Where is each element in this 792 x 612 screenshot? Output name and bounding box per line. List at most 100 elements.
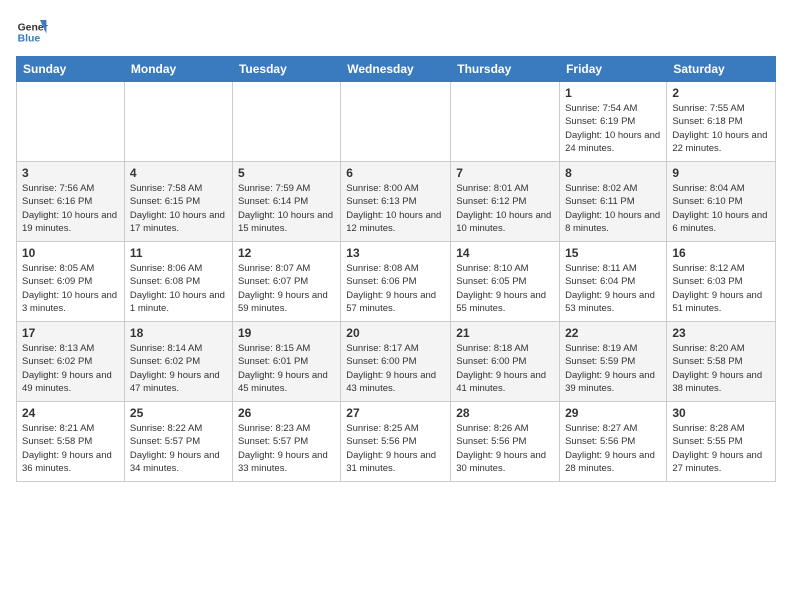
day-number: 3: [22, 166, 119, 180]
day-info: Sunrise: 8:12 AMSunset: 6:03 PMDaylight:…: [672, 262, 770, 315]
day-number: 27: [346, 406, 445, 420]
calendar-cell: 26Sunrise: 8:23 AMSunset: 5:57 PMDayligh…: [232, 402, 340, 482]
calendar-cell: 18Sunrise: 8:14 AMSunset: 6:02 PMDayligh…: [124, 322, 232, 402]
calendar-cell: [17, 82, 125, 162]
day-info: Sunrise: 8:20 AMSunset: 5:58 PMDaylight:…: [672, 342, 770, 395]
col-header-thursday: Thursday: [451, 57, 560, 82]
calendar-cell: [124, 82, 232, 162]
day-number: 28: [456, 406, 554, 420]
day-info: Sunrise: 7:55 AMSunset: 6:18 PMDaylight:…: [672, 102, 770, 155]
col-header-wednesday: Wednesday: [341, 57, 451, 82]
day-info: Sunrise: 8:27 AMSunset: 5:56 PMDaylight:…: [565, 422, 661, 475]
day-number: 17: [22, 326, 119, 340]
calendar-cell: 14 Sunrise: 8:10 AMSunset: 6:05 PMDayligh…: [451, 242, 560, 322]
day-info: Sunrise: 8:26 AMSunset: 5:56 PMDaylight:…: [456, 422, 554, 475]
calendar-cell: 12 Sunrise: 8:07 AMSunset: 6:07 PMDayligh…: [232, 242, 340, 322]
calendar-cell: 16 Sunrise: 8:12 AMSunset: 6:03 PMDayligh…: [667, 242, 776, 322]
day-info: Sunrise: 8:28 AMSunset: 5:55 PMDaylight:…: [672, 422, 770, 475]
day-number: 16: [672, 246, 770, 260]
calendar-week-row: 1 Sunrise: 7:54 AMSunset: 6:19 PMDaylight…: [17, 82, 776, 162]
day-number: 23: [672, 326, 770, 340]
calendar-cell: 11Sunrise: 8:06 AMSunset: 6:08 PMDayligh…: [124, 242, 232, 322]
calendar-cell: 4 Sunrise: 7:58 AMSunset: 6:15 PMDaylight…: [124, 162, 232, 242]
day-number: 29: [565, 406, 661, 420]
calendar-cell: 5 Sunrise: 7:59 AMSunset: 6:14 PMDaylight…: [232, 162, 340, 242]
calendar-cell: 20Sunrise: 8:17 AMSunset: 6:00 PMDayligh…: [341, 322, 451, 402]
calendar-cell: 27 Sunrise: 8:25 AMSunset: 5:56 PMDayligh…: [341, 402, 451, 482]
calendar-cell: 30 Sunrise: 8:28 AMSunset: 5:55 PMDayligh…: [667, 402, 776, 482]
calendar-cell: 9 Sunrise: 8:04 AMSunset: 6:10 PMDaylight…: [667, 162, 776, 242]
day-info: Sunrise: 8:15 AMSunset: 6:01 PMDaylight:…: [238, 342, 335, 395]
day-info: Sunrise: 8:05 AMSunset: 6:09 PMDaylight:…: [22, 262, 119, 315]
day-info: Sunrise: 8:08 AMSunset: 6:06 PMDaylight:…: [346, 262, 445, 315]
day-info: Sunrise: 8:13 AMSunset: 6:02 PMDaylight:…: [22, 342, 119, 395]
calendar-cell: 6 Sunrise: 8:00 AMSunset: 6:13 PMDaylight…: [341, 162, 451, 242]
day-info: Sunrise: 8:19 AMSunset: 5:59 PMDaylight:…: [565, 342, 661, 395]
day-info: Sunrise: 7:59 AMSunset: 6:14 PMDaylight:…: [238, 182, 335, 235]
day-info: Sunrise: 7:58 AMSunset: 6:15 PMDaylight:…: [130, 182, 227, 235]
col-header-friday: Friday: [560, 57, 667, 82]
day-number: 30: [672, 406, 770, 420]
calendar-cell: 19Sunrise: 8:15 AMSunset: 6:01 PMDayligh…: [232, 322, 340, 402]
col-header-saturday: Saturday: [667, 57, 776, 82]
day-number: 13: [346, 246, 445, 260]
calendar-week-row: 10 Sunrise: 8:05 AMSunset: 6:09 PMDayligh…: [17, 242, 776, 322]
svg-text:Blue: Blue: [18, 34, 41, 45]
calendar-cell: 28 Sunrise: 8:26 AMSunset: 5:56 PMDayligh…: [451, 402, 560, 482]
day-number: 26: [238, 406, 335, 420]
day-number: 7: [456, 166, 554, 180]
day-info: Sunrise: 8:00 AMSunset: 6:13 PMDaylight:…: [346, 182, 445, 235]
calendar-cell: 10 Sunrise: 8:05 AMSunset: 6:09 PMDayligh…: [17, 242, 125, 322]
day-info: Sunrise: 7:54 AMSunset: 6:19 PMDaylight:…: [565, 102, 661, 155]
page-header: General Blue: [16, 16, 776, 48]
day-number: 20: [346, 326, 445, 340]
day-number: 22: [565, 326, 661, 340]
day-info: Sunrise: 8:01 AMSunset: 6:12 PMDaylight:…: [456, 182, 554, 235]
day-number: 8: [565, 166, 661, 180]
calendar-cell: 23 Sunrise: 8:20 AMSunset: 5:58 PMDayligh…: [667, 322, 776, 402]
day-number: 9: [672, 166, 770, 180]
calendar-cell: 7 Sunrise: 8:01 AMSunset: 6:12 PMDaylight…: [451, 162, 560, 242]
calendar-week-row: 17 Sunrise: 8:13 AMSunset: 6:02 PMDayligh…: [17, 322, 776, 402]
calendar-cell: 15 Sunrise: 8:11 AMSunset: 6:04 PMDayligh…: [560, 242, 667, 322]
day-number: 21: [456, 326, 554, 340]
calendar-cell: 17 Sunrise: 8:13 AMSunset: 6:02 PMDayligh…: [17, 322, 125, 402]
calendar-cell: 3 Sunrise: 7:56 AMSunset: 6:16 PMDaylight…: [17, 162, 125, 242]
day-info: Sunrise: 8:21 AMSunset: 5:58 PMDaylight:…: [22, 422, 119, 475]
day-info: Sunrise: 8:14 AMSunset: 6:02 PMDaylight:…: [130, 342, 227, 395]
calendar-cell: 25Sunrise: 8:22 AMSunset: 5:57 PMDayligh…: [124, 402, 232, 482]
col-header-monday: Monday: [124, 57, 232, 82]
day-info: Sunrise: 8:10 AMSunset: 6:05 PMDaylight:…: [456, 262, 554, 315]
day-number: 14: [456, 246, 554, 260]
calendar-cell: 22 Sunrise: 8:19 AMSunset: 5:59 PMDayligh…: [560, 322, 667, 402]
day-number: 4: [130, 166, 227, 180]
day-number: 11: [130, 246, 227, 260]
day-info: Sunrise: 8:04 AMSunset: 6:10 PMDaylight:…: [672, 182, 770, 235]
calendar-table: SundayMondayTuesdayWednesdayThursdayFrid…: [16, 56, 776, 482]
day-info: Sunrise: 8:25 AMSunset: 5:56 PMDaylight:…: [346, 422, 445, 475]
day-info: Sunrise: 8:11 AMSunset: 6:04 PMDaylight:…: [565, 262, 661, 315]
calendar-cell: [232, 82, 340, 162]
calendar-cell: 8 Sunrise: 8:02 AMSunset: 6:11 PMDaylight…: [560, 162, 667, 242]
calendar-cell: 29 Sunrise: 8:27 AMSunset: 5:56 PMDayligh…: [560, 402, 667, 482]
day-number: 15: [565, 246, 661, 260]
calendar-week-row: 3 Sunrise: 7:56 AMSunset: 6:16 PMDaylight…: [17, 162, 776, 242]
col-header-sunday: Sunday: [17, 57, 125, 82]
day-info: Sunrise: 8:22 AMSunset: 5:57 PMDaylight:…: [130, 422, 227, 475]
day-number: 10: [22, 246, 119, 260]
calendar-cell: 21Sunrise: 8:18 AMSunset: 6:00 PMDayligh…: [451, 322, 560, 402]
calendar-cell: 13 Sunrise: 8:08 AMSunset: 6:06 PMDayligh…: [341, 242, 451, 322]
day-info: Sunrise: 7:56 AMSunset: 6:16 PMDaylight:…: [22, 182, 119, 235]
calendar-cell: 2 Sunrise: 7:55 AMSunset: 6:18 PMDaylight…: [667, 82, 776, 162]
day-number: 12: [238, 246, 335, 260]
col-header-tuesday: Tuesday: [232, 57, 340, 82]
day-number: 5: [238, 166, 335, 180]
logo-icon: General Blue: [16, 16, 48, 48]
day-info: Sunrise: 8:07 AMSunset: 6:07 PMDaylight:…: [238, 262, 335, 315]
day-number: 2: [672, 86, 770, 100]
calendar-cell: 24Sunrise: 8:21 AMSunset: 5:58 PMDayligh…: [17, 402, 125, 482]
day-number: 1: [565, 86, 661, 100]
day-number: 6: [346, 166, 445, 180]
calendar-cell: [451, 82, 560, 162]
day-info: Sunrise: 8:02 AMSunset: 6:11 PMDaylight:…: [565, 182, 661, 235]
